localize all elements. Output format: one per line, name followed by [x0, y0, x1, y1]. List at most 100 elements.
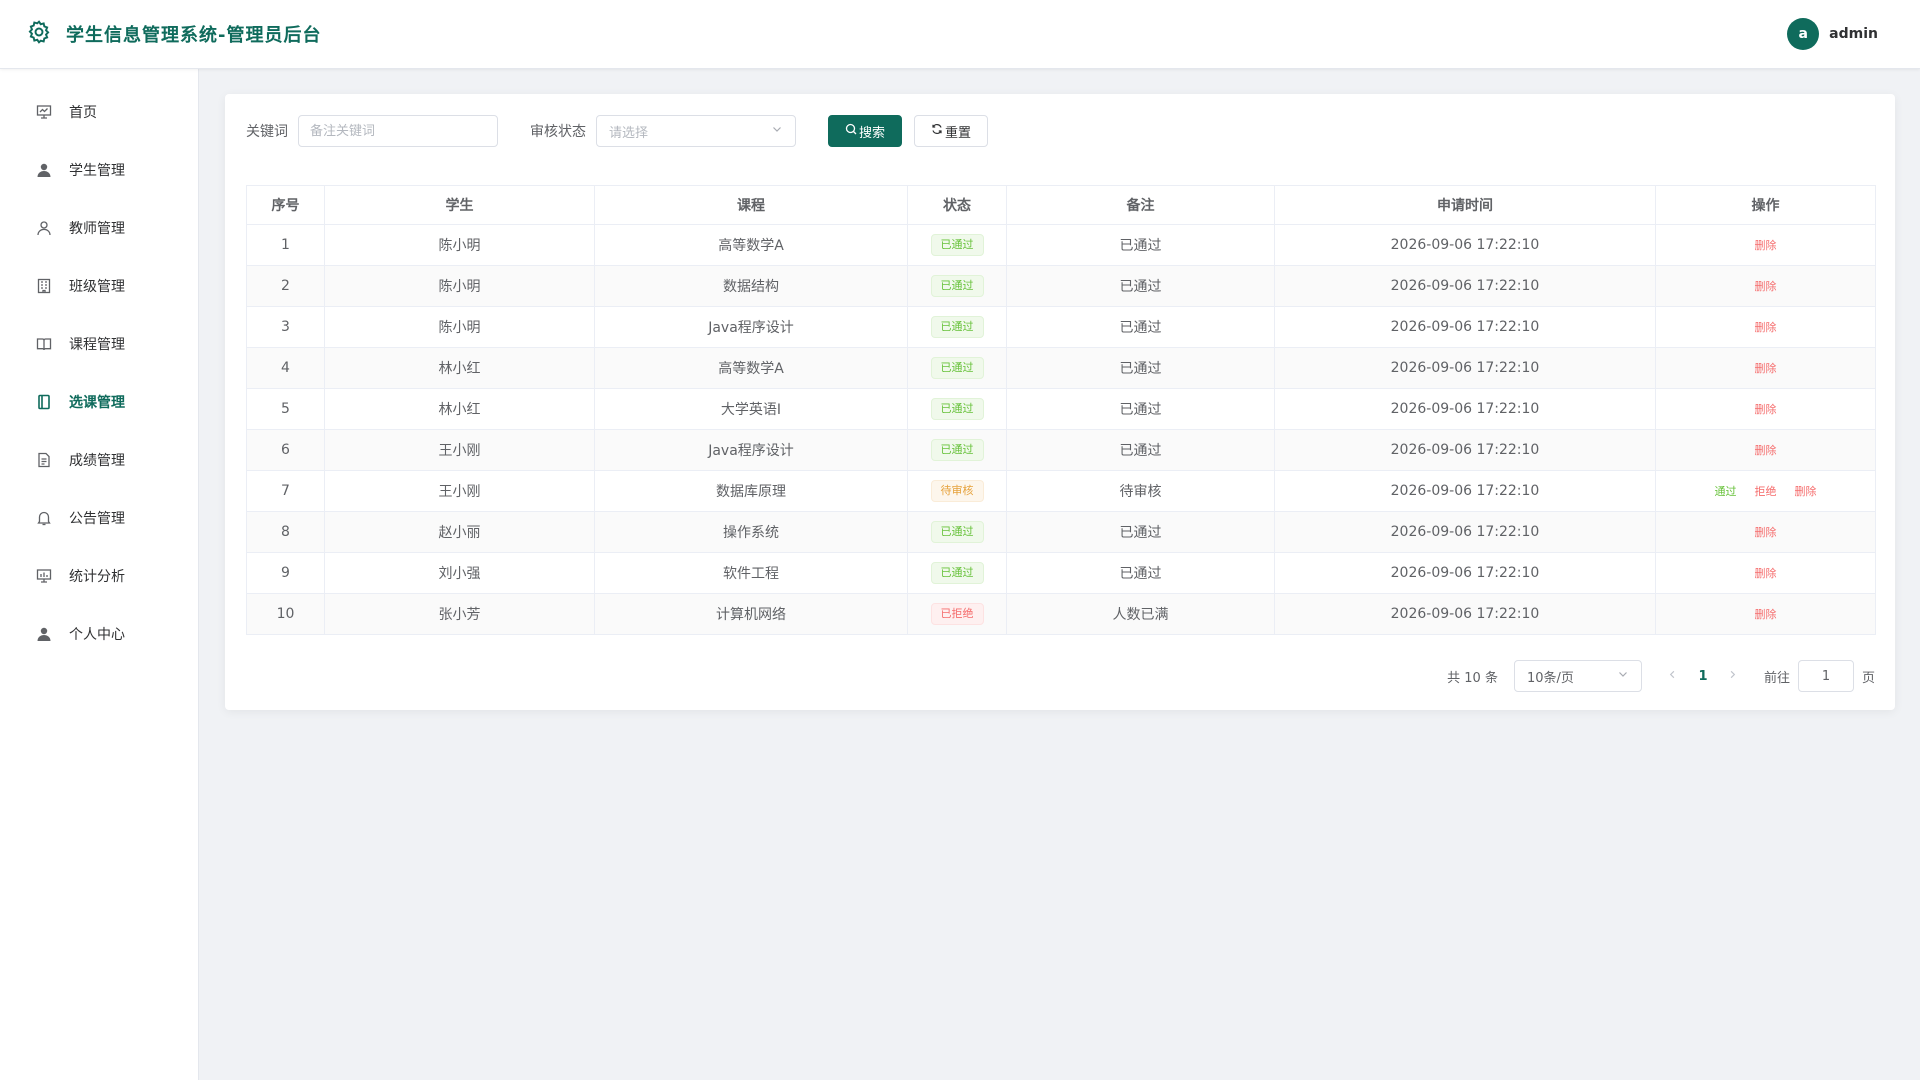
- approve-button[interactable]: 通过: [1715, 483, 1737, 499]
- building-icon: [35, 277, 53, 295]
- cell-status: 已通过: [907, 347, 1007, 389]
- status-badge: 待审核: [930, 480, 984, 502]
- cell-course: 高等数学A: [594, 224, 908, 266]
- avatar[interactable]: a: [1787, 18, 1820, 50]
- cell-status: 已通过: [907, 429, 1007, 471]
- cell-time: 2026-09-06 17:22:10: [1274, 429, 1656, 471]
- table-row: 1 陈小明 高等数学A 已通过 已通过 2026-09-06 17:22:10 删除: [246, 224, 1876, 266]
- reset-button-label: 重置: [944, 125, 971, 141]
- cell-no: 4: [246, 347, 325, 389]
- cell-course: 高等数学A: [594, 347, 908, 389]
- cell-status: 已通过: [907, 552, 1007, 594]
- dashboard-icon: [35, 103, 53, 121]
- chart-icon: [35, 567, 53, 585]
- table-row: 7 王小刚 数据库原理 待审核 待审核 2026-09-06 17:22:10 通过 拒绝 删除: [246, 470, 1876, 512]
- notebook-icon: [35, 393, 53, 411]
- delete-button[interactable]: 删除: [1755, 524, 1777, 540]
- delete-button[interactable]: 删除: [1795, 483, 1817, 499]
- delete-button[interactable]: 删除: [1755, 237, 1777, 253]
- cell-course: 数据库原理: [594, 470, 908, 512]
- delete-button[interactable]: 删除: [1755, 442, 1777, 458]
- user-menu[interactable]: a admin: [1787, 18, 1878, 50]
- user-filled-icon: [35, 625, 53, 643]
- next-page-button[interactable]: [1718, 661, 1748, 691]
- cell-actions: 删除: [1655, 552, 1876, 594]
- sidebar-item-announcements[interactable]: 公告管理: [0, 489, 198, 547]
- page-number-current[interactable]: 1: [1688, 669, 1718, 684]
- delete-button[interactable]: 删除: [1755, 401, 1777, 417]
- cell-remark: 人数已满: [1006, 593, 1275, 635]
- delete-button[interactable]: 删除: [1755, 606, 1777, 622]
- cell-remark: 已通过: [1006, 552, 1275, 594]
- column-header: 申请时间: [1274, 185, 1656, 225]
- page-size-select[interactable]: 10条/页: [1513, 660, 1642, 692]
- cell-remark: 已通过: [1006, 511, 1275, 553]
- status-badge: 已通过: [930, 357, 984, 379]
- table-row: 2 陈小明 数据结构 已通过 已通过 2026-09-06 17:22:10 删除: [246, 265, 1876, 307]
- table-row: 10 张小芳 计算机网络 已拒绝 人数已满 2026-09-06 17:22:10 删除: [246, 593, 1876, 635]
- sidebar-item-courses[interactable]: 课程管理: [0, 315, 198, 373]
- column-header: 备注: [1006, 185, 1275, 225]
- status-badge: 已通过: [930, 439, 984, 461]
- table-row: 4 林小红 高等数学A 已通过 已通过 2026-09-06 17:22:10 删除: [246, 347, 1876, 389]
- cell-status: 已拒绝: [907, 593, 1007, 635]
- cell-actions: 删除: [1655, 265, 1876, 307]
- status-badge: 已通过: [930, 234, 984, 256]
- sidebar-item-label: 公告管理: [69, 511, 125, 527]
- table-row: 6 王小刚 Java程序设计 已通过 已通过 2026-09-06 17:22:10 删除: [246, 429, 1876, 471]
- column-header: 课程: [594, 185, 908, 225]
- delete-button[interactable]: 删除: [1755, 360, 1777, 376]
- cell-course: 操作系统: [594, 511, 908, 553]
- sidebar-item-statistics[interactable]: 统计分析: [0, 547, 198, 605]
- cell-time: 2026-09-06 17:22:10: [1274, 593, 1656, 635]
- cell-student: 陈小明: [324, 265, 595, 307]
- cell-status: 已通过: [907, 224, 1007, 266]
- cell-student: 林小红: [324, 388, 595, 430]
- chevron-left-icon: [1667, 669, 1678, 684]
- status-badge: 已通过: [930, 398, 984, 420]
- cell-no: 6: [246, 429, 325, 471]
- delete-button[interactable]: 删除: [1755, 278, 1777, 294]
- sidebar-item-students[interactable]: 学生管理: [0, 141, 198, 199]
- prev-page-button[interactable]: [1658, 661, 1688, 691]
- cell-no: 9: [246, 552, 325, 594]
- search-button[interactable]: 搜索: [828, 115, 902, 147]
- keyword-label: 关键词: [246, 124, 288, 140]
- brand: 学生信息管理系统-管理员后台: [26, 19, 321, 49]
- total-count: 共 10 条: [1447, 670, 1498, 686]
- cell-remark: 待审核: [1006, 470, 1275, 512]
- sidebar-item-label: 统计分析: [69, 569, 125, 585]
- cell-student: 张小芳: [324, 593, 595, 635]
- reject-button[interactable]: 拒绝: [1755, 483, 1777, 499]
- sidebar-item-profile[interactable]: 个人中心: [0, 605, 198, 663]
- status-select[interactable]: 请选择: [596, 115, 796, 147]
- cell-actions: 通过 拒绝 删除: [1655, 470, 1876, 512]
- enrollment-card: 关键词 审核状态 请选择 搜索 重置 序号 学生 课程 状态 备注 申请时间: [225, 94, 1895, 710]
- delete-button[interactable]: 删除: [1755, 319, 1777, 335]
- cell-status: 已通过: [907, 511, 1007, 553]
- username[interactable]: admin: [1829, 26, 1878, 42]
- keyword-input[interactable]: [298, 115, 498, 147]
- cell-status: 已通过: [907, 388, 1007, 430]
- cell-remark: 已通过: [1006, 224, 1275, 266]
- sidebar-item-teachers[interactable]: 教师管理: [0, 199, 198, 257]
- cell-no: 5: [246, 388, 325, 430]
- sidebar-item-home[interactable]: 首页: [0, 83, 198, 141]
- cell-time: 2026-09-06 17:22:10: [1274, 224, 1656, 266]
- cell-actions: 删除: [1655, 224, 1876, 266]
- cell-no: 2: [246, 265, 325, 307]
- cell-student: 陈小明: [324, 306, 595, 348]
- cell-time: 2026-09-06 17:22:10: [1274, 511, 1656, 553]
- sidebar-item-grades[interactable]: 成绩管理: [0, 431, 198, 489]
- pagination: 共 10 条 10条/页 1 前往 页: [1447, 660, 1875, 692]
- search-icon: [845, 123, 857, 139]
- goto-page-input[interactable]: [1797, 660, 1854, 692]
- cell-time: 2026-09-06 17:22:10: [1274, 552, 1656, 594]
- delete-button[interactable]: 删除: [1755, 565, 1777, 581]
- column-header: 操作: [1655, 185, 1876, 225]
- reset-button[interactable]: 重置: [914, 115, 988, 147]
- table-row: 5 林小红 大学英语I 已通过 已通过 2026-09-06 17:22:10 删除: [246, 388, 1876, 430]
- sidebar-item-enrollment[interactable]: 选课管理: [0, 373, 198, 431]
- sidebar-item-classes[interactable]: 班级管理: [0, 257, 198, 315]
- cell-remark: 已通过: [1006, 347, 1275, 389]
